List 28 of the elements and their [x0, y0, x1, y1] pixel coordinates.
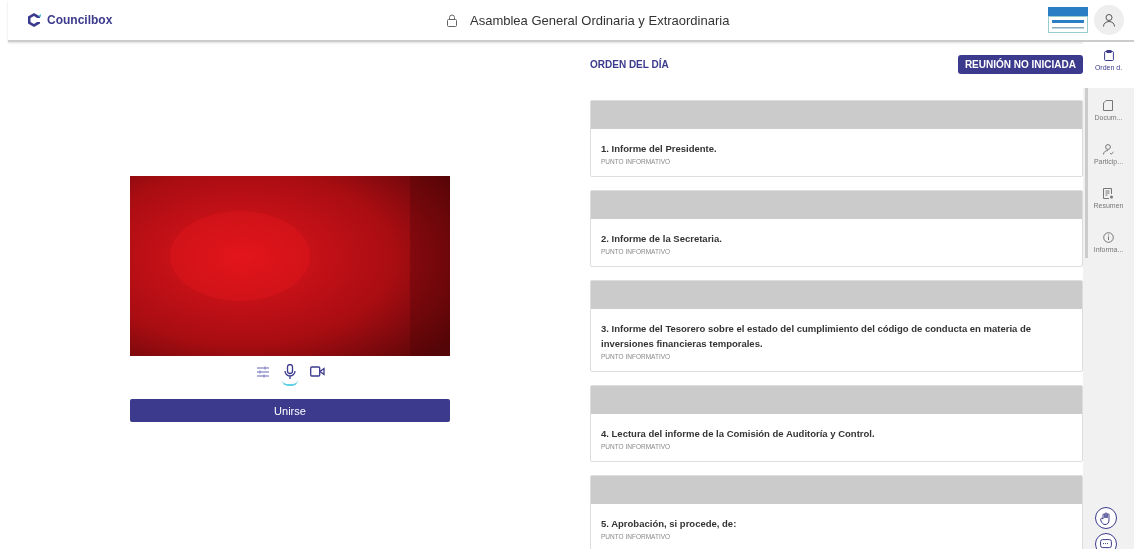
agenda-item-title: 2. Informe de la Secretaria.	[601, 232, 723, 246]
video-camera-icon	[309, 366, 325, 377]
microphone-button[interactable]	[281, 362, 298, 386]
user-icon	[1102, 13, 1116, 27]
clipboard-icon	[1103, 50, 1114, 61]
chat-button[interactable]	[1095, 533, 1117, 549]
chat-icon	[1100, 538, 1112, 549]
user-avatar-button[interactable]	[1094, 5, 1124, 35]
report-icon	[1103, 188, 1114, 199]
status-badge: REUNIÓN NO INICIADA	[957, 54, 1083, 74]
brand-name: Councilbox	[47, 13, 113, 27]
agenda-item-title: 1. Informe del Presidente.	[601, 142, 718, 156]
agenda-heading: ORDEN DEL DÍA	[590, 58, 669, 70]
info-icon	[1103, 232, 1114, 243]
document-icon	[1103, 100, 1114, 111]
meeting-title: Asamblea General Ordinaria y Extraordinaria	[470, 12, 730, 28]
agenda-item-title: 3. Informe del Tesorero sobre el estado del cumplimiento del código de conducta en materia de inversiones financieras temporales.	[601, 322, 1033, 351]
sliders-icon	[255, 365, 270, 378]
microphone-icon	[283, 364, 296, 379]
join-button[interactable]: Unirse	[130, 399, 450, 422]
sponsor-logo-icon	[1048, 7, 1088, 33]
person-check-icon	[1103, 144, 1114, 155]
agenda-item-title: 4. Lectura del informe de la Comisión de Auditoría y Control.	[601, 427, 876, 441]
raise-hand-button[interactable]	[1095, 507, 1117, 529]
hand-icon	[1100, 511, 1112, 525]
logo-icon	[26, 12, 42, 28]
lock-icon	[446, 13, 458, 27]
agenda-item-title: 5. Aprobación, si procede, de:	[601, 517, 738, 531]
